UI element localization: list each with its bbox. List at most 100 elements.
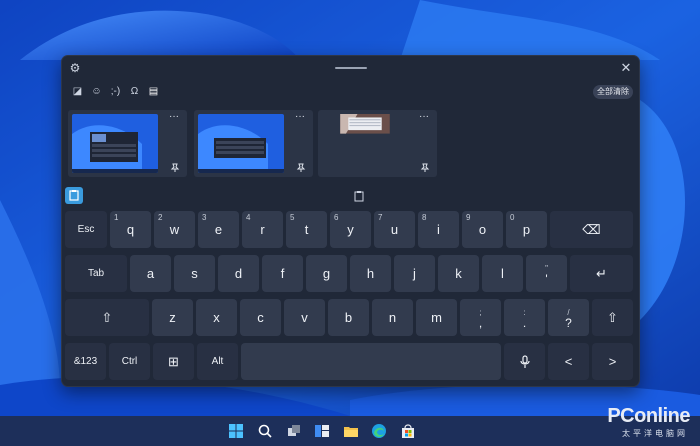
clear-all-button[interactable]: 全部清除 — [593, 85, 633, 99]
key-number: 2 — [158, 213, 163, 222]
key-tab[interactable]: Tab — [65, 255, 127, 292]
widgets-icon[interactable] — [314, 423, 330, 439]
key-y[interactable]: 6y — [330, 211, 371, 248]
more-options-button[interactable]: ··· — [417, 112, 431, 122]
key-label: j — [413, 266, 416, 281]
chevron-right-icon: > — [608, 354, 617, 369]
key-l[interactable]: l — [482, 255, 523, 292]
key-q[interactable]: 1q — [110, 211, 151, 248]
chevron-left-icon: < — [564, 354, 573, 369]
pin-icon[interactable] — [170, 163, 180, 173]
key-h[interactable]: h — [350, 255, 391, 292]
key-esc[interactable]: Esc — [65, 211, 107, 248]
key-j[interactable]: j — [394, 255, 435, 292]
key-right-arrow[interactable]: > — [592, 343, 633, 380]
shift-icon: ⇧ — [607, 309, 618, 325]
close-button[interactable]: ✕ — [619, 60, 633, 76]
key-label: m — [431, 310, 442, 325]
edge-icon[interactable] — [371, 423, 387, 439]
key-s[interactable]: s — [174, 255, 215, 292]
clipboard-icon[interactable]: ▤ — [144, 84, 163, 100]
pin-icon[interactable] — [420, 163, 430, 173]
backspace-icon: ⌫ — [582, 221, 601, 237]
watermark-brand: PConline — [607, 405, 690, 427]
clipboard-item[interactable]: ··· — [68, 110, 187, 177]
key-t[interactable]: 5t — [286, 211, 327, 248]
key-label: t — [304, 222, 309, 237]
key-label: f — [280, 266, 285, 281]
key-o[interactable]: 9o — [462, 211, 503, 248]
key-number: 4 — [246, 213, 251, 222]
drag-handle[interactable] — [335, 67, 367, 69]
key-label: Alt — [211, 356, 224, 367]
key-numbers-toggle[interactable]: &123 — [65, 343, 106, 380]
pin-icon[interactable] — [296, 163, 306, 173]
key-u[interactable]: 7u — [374, 211, 415, 248]
key-label: k — [455, 266, 462, 281]
key-w[interactable]: 2w — [154, 211, 195, 248]
key-backspace[interactable]: ⌫ — [550, 211, 633, 248]
task-view-icon[interactable] — [286, 423, 302, 439]
key-windows[interactable]: ⊞ — [153, 343, 194, 380]
key-c[interactable]: c — [240, 299, 281, 336]
key-label: v — [301, 310, 308, 325]
key-d[interactable]: d — [218, 255, 259, 292]
key-label: &123 — [73, 356, 98, 367]
key-g[interactable]: g — [306, 255, 347, 292]
search-icon[interactable] — [257, 423, 273, 439]
kaomoji-icon[interactable]: ;-) — [106, 84, 125, 100]
key-alt[interactable]: Alt — [197, 343, 238, 380]
key-label: i — [437, 222, 440, 237]
key-ctrl[interactable]: Ctrl — [109, 343, 150, 380]
clipboard-history-icon[interactable] — [65, 187, 83, 204]
key-e[interactable]: 3e — [198, 211, 239, 248]
windows-start-icon[interactable] — [228, 423, 244, 439]
key-label: u — [390, 222, 399, 237]
key-label: Esc — [77, 224, 95, 235]
key-shift-right[interactable]: ⇧ — [592, 299, 633, 336]
key-number: 1 — [114, 213, 119, 222]
emoji-icon[interactable]: ☺ — [87, 84, 106, 100]
key-comma[interactable]: ;, — [460, 299, 501, 336]
store-icon[interactable] — [400, 423, 416, 439]
key-x[interactable]: x — [196, 299, 237, 336]
key-label: ? — [565, 315, 572, 330]
file-explorer-icon[interactable] — [343, 423, 359, 439]
key-voice[interactable] — [504, 343, 545, 380]
key-enter[interactable]: ↵ — [570, 255, 633, 292]
key-p[interactable]: 0p — [506, 211, 547, 248]
key-quote[interactable]: " ' — [526, 255, 567, 292]
microphone-icon — [519, 354, 530, 368]
key-b[interactable]: b — [328, 299, 369, 336]
key-v[interactable]: v — [284, 299, 325, 336]
key-period[interactable]: :. — [504, 299, 545, 336]
paste-icon[interactable] — [354, 190, 364, 202]
more-options-button[interactable]: ··· — [167, 112, 181, 122]
key-a[interactable]: a — [130, 255, 171, 292]
key-r[interactable]: 4r — [242, 211, 283, 248]
key-label: g — [322, 266, 331, 281]
clipboard-item[interactable]: ··· — [194, 110, 313, 177]
key-label: . — [522, 315, 527, 330]
key-n[interactable]: n — [372, 299, 413, 336]
key-label: y — [347, 222, 354, 237]
key-label: q — [126, 222, 135, 237]
key-question[interactable]: /? — [548, 299, 589, 336]
key-left-arrow[interactable]: < — [548, 343, 589, 380]
key-z[interactable]: z — [152, 299, 193, 336]
key-f[interactable]: f — [262, 255, 303, 292]
sticker-icon[interactable]: ◪ — [68, 84, 87, 100]
key-label: c — [257, 310, 264, 325]
more-options-button[interactable]: ··· — [293, 112, 307, 122]
key-k[interactable]: k — [438, 255, 479, 292]
key-label: l — [501, 266, 504, 281]
key-number: 7 — [378, 213, 383, 222]
symbols-icon[interactable]: Ω — [125, 84, 144, 100]
gear-icon[interactable]: ⚙ — [68, 61, 82, 75]
key-i[interactable]: 8i — [418, 211, 459, 248]
key-space[interactable] — [241, 343, 501, 380]
key-m[interactable]: m — [416, 299, 457, 336]
clipboard-thumbnail — [72, 114, 158, 173]
key-shift-left[interactable]: ⇧ — [65, 299, 149, 336]
clipboard-item[interactable]: ··· — [318, 110, 437, 177]
